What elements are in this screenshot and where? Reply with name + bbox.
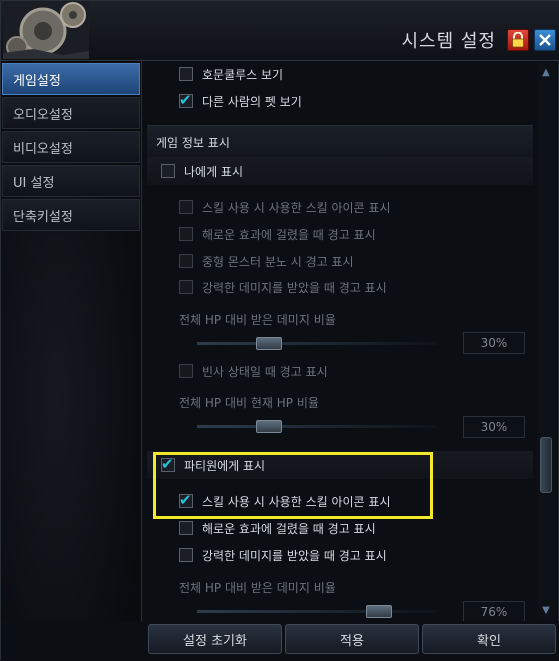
option-other-pets[interactable]: ✔ 다른 사람의 펫 보기 [179, 89, 302, 113]
self-damage-slider[interactable] [197, 337, 437, 350]
checkbox[interactable]: ✔ [179, 91, 193, 109]
option-label: 강력한 데미지를 받았을 때 경고 표시 [202, 280, 387, 295]
gear-emblem-icon [3, 1, 89, 59]
footer-bar: 설정 초기화 적용 확인 [1, 621, 559, 661]
content-scrollbar[interactable]: ▲ ▼ [537, 63, 555, 619]
apply-button[interactable]: 적용 [285, 624, 419, 654]
section-game-info: 게임 정보 표시 [147, 125, 533, 159]
section-title: 게임 정보 표시 [156, 135, 230, 150]
scroll-up-icon[interactable]: ▲ [539, 65, 553, 79]
scroll-thumb[interactable] [540, 437, 552, 493]
option-party-debuff-warning[interactable]: 해로운 효과에 걸렸을 때 경고 표시 [179, 516, 376, 540]
option-label: 해로운 효과에 걸렸을 때 경고 표시 [202, 227, 376, 242]
close-icon [539, 34, 551, 46]
slider-value: 30% [463, 332, 525, 354]
settings-window: 시스템 설정 게임설정 오디오설정 비디오설정 UI 설정 단축키설정 호문쿨루… [0, 0, 559, 661]
close-button[interactable] [534, 29, 556, 51]
slider-thumb[interactable] [256, 420, 282, 433]
option-self-skill-icon[interactable]: 스킬 사용 시 사용한 스킬 아이콘 표시 [179, 195, 391, 219]
sidebar-item-game-settings[interactable]: 게임설정 [2, 63, 140, 95]
sidebar-item-ui-settings[interactable]: UI 설정 [2, 165, 140, 197]
title-bar[interactable]: 시스템 설정 [1, 1, 559, 61]
sidebar-item-label: 오디오설정 [13, 107, 73, 123]
option-homunculus[interactable]: 호문쿨루스 보기 [179, 62, 283, 86]
checkbox[interactable] [179, 254, 193, 268]
sidebar-item-audio-settings[interactable]: 오디오설정 [2, 97, 140, 129]
checkbox[interactable] [179, 200, 193, 214]
scroll-down-icon[interactable]: ▼ [539, 603, 553, 617]
option-label: 중형 몬스터 분노 시 경고 표시 [202, 254, 354, 269]
slider-value: 76% [463, 601, 525, 621]
lock-button[interactable] [507, 29, 529, 51]
slider-caption: 전체 HP 대비 받은 데미지 비율 [179, 581, 336, 595]
sidebar-item-label: 게임설정 [13, 73, 61, 89]
option-label: 빈사 상태일 때 경고 표시 [202, 364, 328, 379]
slider-caption: 전체 HP 대비 현재 HP 비율 [179, 396, 319, 410]
option-self-debuff-warning[interactable]: 해로운 효과에 걸렸을 때 경고 표시 [179, 222, 376, 246]
slider-value: 30% [463, 416, 525, 438]
settings-content: 호문쿨루스 보기 ✔ 다른 사람의 펫 보기 게임 정보 표시 나에게 표시 스… [147, 61, 533, 621]
checkbox[interactable] [179, 67, 193, 81]
settings-sidebar: 게임설정 오디오설정 비디오설정 UI 설정 단축키설정 [1, 61, 142, 621]
checkbox[interactable] [179, 227, 193, 241]
slider-thumb[interactable] [366, 605, 393, 618]
checkmark-icon: ✔ [179, 91, 192, 109]
sidebar-item-label: UI 설정 [13, 175, 55, 191]
option-party-heavy-damage[interactable]: 강력한 데미지를 받았을 때 경고 표시 [179, 543, 387, 567]
sidebar-item-hotkey-settings[interactable]: 단축키설정 [2, 199, 140, 231]
option-self-dying-warning[interactable]: 빈사 상태일 때 경고 표시 [179, 359, 328, 383]
sidebar-item-label: 비디오설정 [13, 141, 73, 157]
checkbox[interactable] [179, 280, 193, 294]
sidebar-item-label: 단축키설정 [13, 209, 73, 225]
slider-thumb[interactable] [256, 337, 282, 350]
highlight-annotation-box [153, 452, 433, 519]
sidebar-item-video-settings[interactable]: 비디오설정 [2, 131, 140, 163]
slider-caption: 전체 HP 대비 받은 데미지 비율 [179, 313, 336, 327]
group-self-display[interactable]: 나에게 표시 [147, 157, 533, 185]
checkbox[interactable] [179, 548, 193, 562]
party-damage-slider[interactable] [197, 605, 437, 618]
option-self-monster-rage[interactable]: 중형 몬스터 분노 시 경고 표시 [179, 249, 354, 273]
checkbox[interactable] [161, 164, 175, 178]
group-label: 나에게 표시 [184, 164, 244, 179]
self-hp-slider[interactable] [197, 420, 437, 433]
option-label: 호문쿨루스 보기 [202, 67, 284, 82]
reset-settings-button[interactable]: 설정 초기화 [148, 624, 282, 654]
option-self-heavy-damage[interactable]: 강력한 데미지를 받았을 때 경고 표시 [179, 275, 387, 299]
option-label: 다른 사람의 펫 보기 [202, 94, 302, 109]
lock-icon [512, 32, 524, 48]
window-title: 시스템 설정 [401, 31, 496, 52]
option-label: 강력한 데미지를 받았을 때 경고 표시 [202, 548, 387, 563]
checkbox[interactable] [179, 364, 193, 378]
option-label: 해로운 효과에 걸렸을 때 경고 표시 [202, 521, 376, 536]
checkbox[interactable] [179, 521, 193, 535]
option-label: 스킬 사용 시 사용한 스킬 아이콘 표시 [202, 200, 391, 215]
ok-button[interactable]: 확인 [422, 624, 556, 654]
